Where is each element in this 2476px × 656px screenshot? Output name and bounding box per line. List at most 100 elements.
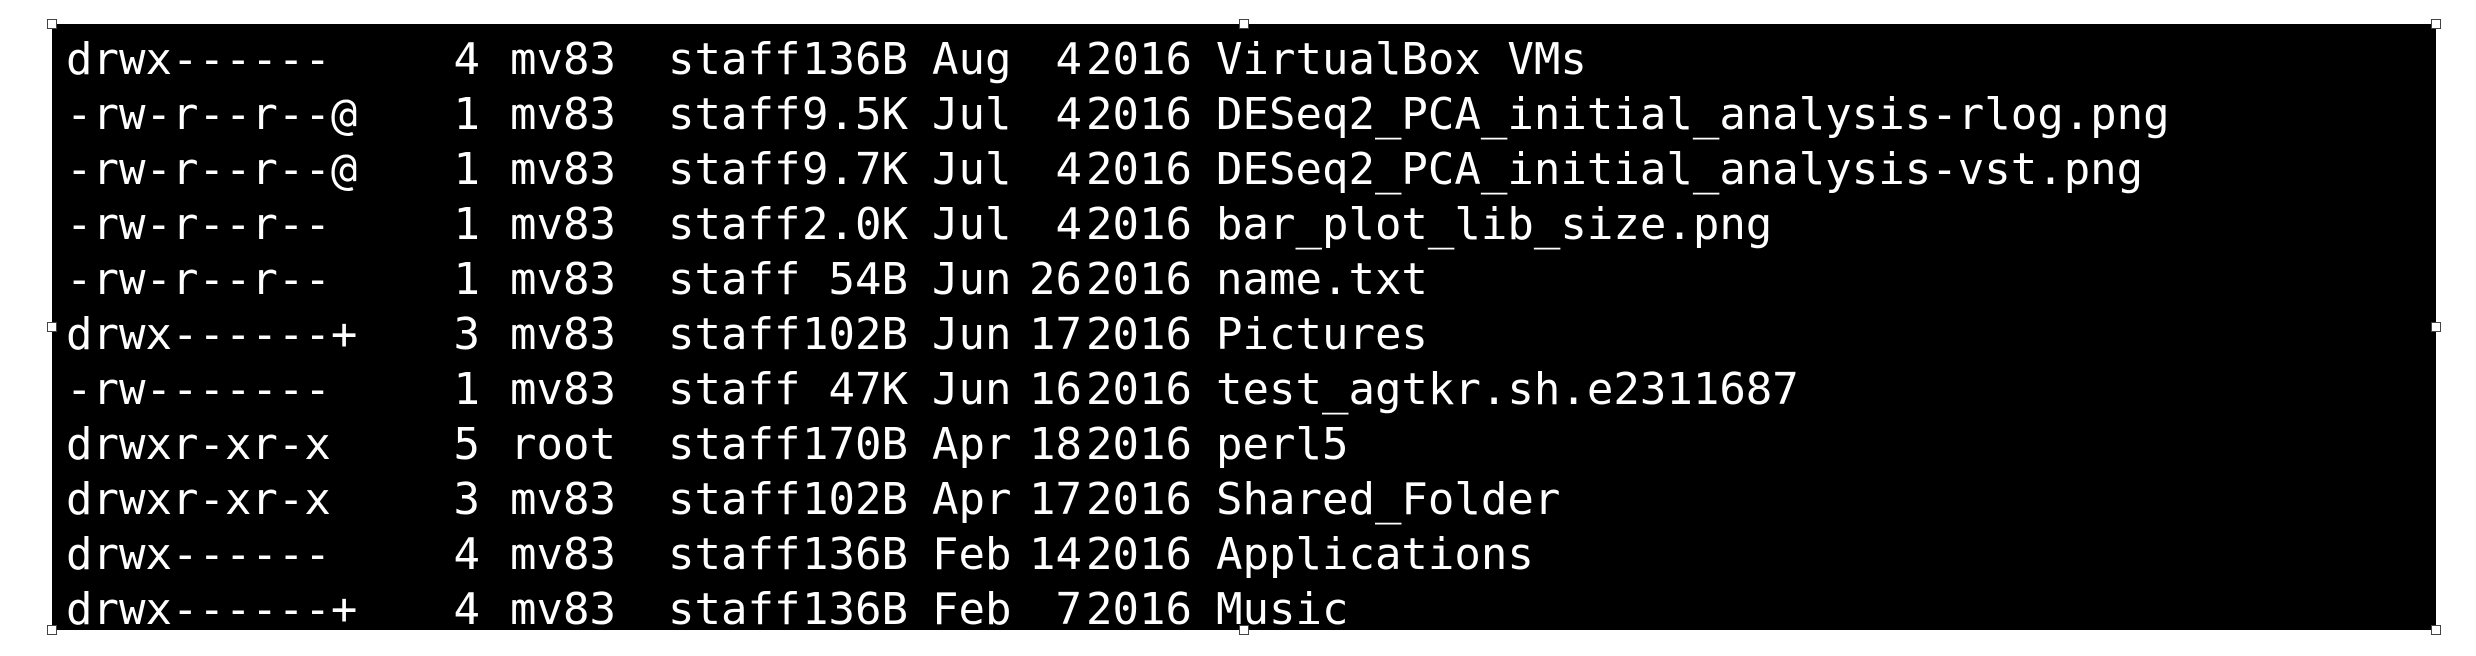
size-cell: 136B: [802, 584, 908, 630]
link-count-cell: 4: [453, 34, 481, 85]
day-cell: 18: [1029, 419, 1082, 470]
day-cell: 17: [1029, 474, 1082, 525]
link-count-cell: 1: [453, 199, 481, 250]
year-cell: 2016: [1086, 474, 1192, 525]
permissions-cell: -rw-r--r--@: [66, 89, 358, 140]
link-count-cell: 4: [453, 529, 481, 580]
owner-cell: mv83: [510, 199, 616, 250]
listing-row: -rw------- 1 mv83 staff 47K Jun 16 2016 …: [66, 362, 2436, 417]
link-count-cell: 4: [453, 584, 481, 630]
permissions-cell: -rw-------: [66, 364, 331, 415]
owner-cell: mv83: [510, 34, 616, 85]
resize-handle-middle-left[interactable]: [47, 322, 57, 332]
group-cell: staff: [668, 89, 801, 140]
year-cell: 2016: [1086, 529, 1192, 580]
group-cell: staff: [668, 144, 801, 195]
filename-cell: DESeq2_PCA_initial_analysis-vst.png: [1216, 144, 2144, 195]
group-cell: staff: [668, 419, 801, 470]
link-count-cell: 5: [453, 419, 481, 470]
month-cell: Feb: [932, 584, 1012, 630]
year-cell: 2016: [1086, 419, 1192, 470]
month-cell: Jun: [932, 364, 1012, 415]
filename-cell: Pictures: [1216, 309, 1428, 360]
terminal-window: drwx------ 4 mv83 staff 136B Aug 4 2016 …: [52, 24, 2436, 630]
listing-row: -rw-r--r--@ 1 mv83 staff 9.5K Jul 4 2016…: [66, 87, 2436, 142]
group-cell: staff: [668, 529, 801, 580]
day-cell: 4: [1055, 144, 1083, 195]
listing-row: drwx------+ 4 mv83 staff 136B Feb 7 2016…: [66, 582, 2436, 630]
link-count-cell: 3: [453, 474, 481, 525]
owner-cell: mv83: [510, 309, 616, 360]
size-cell: 47K: [828, 364, 908, 415]
group-cell: staff: [668, 364, 801, 415]
resize-handle-bottom-center[interactable]: [1239, 625, 1249, 635]
year-cell: 2016: [1086, 364, 1192, 415]
owner-cell: mv83: [510, 584, 616, 630]
resize-handle-bottom-right[interactable]: [2431, 625, 2441, 635]
owner-cell: mv83: [510, 474, 616, 525]
month-cell: Feb: [932, 529, 1012, 580]
month-cell: Jul: [932, 144, 1012, 195]
year-cell: 2016: [1086, 89, 1192, 140]
link-count-cell: 1: [453, 144, 481, 195]
filename-cell: Applications: [1216, 529, 1534, 580]
permissions-cell: drwx------+: [66, 584, 358, 630]
link-count-cell: 1: [453, 254, 481, 305]
resize-handle-top-right[interactable]: [2431, 19, 2441, 29]
size-cell: 9.5K: [802, 89, 908, 140]
link-count-cell: 1: [453, 364, 481, 415]
listing-row: -rw-r--r-- 1 mv83 staff 54B Jun 26 2016 …: [66, 252, 2436, 307]
listing-row: drwxr-xr-x 5 root staff 170B Apr 18 2016…: [66, 417, 2436, 472]
resize-handle-bottom-left[interactable]: [47, 625, 57, 635]
filename-cell: perl5: [1216, 419, 1349, 470]
permissions-cell: -rw-r--r--: [66, 254, 331, 305]
directory-listing: drwx------ 4 mv83 staff 136B Aug 4 2016 …: [66, 32, 2436, 630]
permissions-cell: drwxr-xr-x: [66, 419, 331, 470]
filename-cell: Music: [1216, 584, 1349, 630]
permissions-cell: -rw-r--r--: [66, 199, 331, 250]
filename-cell: DESeq2_PCA_initial_analysis-rlog.png: [1216, 89, 2170, 140]
year-cell: 2016: [1086, 144, 1192, 195]
permissions-cell: drwx------+: [66, 309, 358, 360]
year-cell: 2016: [1086, 34, 1192, 85]
permissions-cell: drwx------: [66, 34, 331, 85]
screenshot-canvas: drwx------ 4 mv83 staff 136B Aug 4 2016 …: [0, 0, 2476, 656]
owner-cell: mv83: [510, 89, 616, 140]
filename-cell: Shared_Folder: [1216, 474, 1561, 525]
group-cell: staff: [668, 474, 801, 525]
day-cell: 4: [1055, 34, 1083, 85]
filename-cell: bar_plot_lib_size.png: [1216, 199, 1773, 250]
resize-handle-top-center[interactable]: [1239, 19, 1249, 29]
size-cell: 102B: [802, 474, 908, 525]
month-cell: Jul: [932, 89, 1012, 140]
resize-handle-top-left[interactable]: [47, 19, 57, 29]
group-cell: staff: [668, 199, 801, 250]
listing-row: drwx------ 4 mv83 staff 136B Aug 4 2016 …: [66, 32, 2436, 87]
size-cell: 136B: [802, 529, 908, 580]
link-count-cell: 3: [453, 309, 481, 360]
day-cell: 7: [1055, 584, 1083, 630]
size-cell: 54B: [828, 254, 908, 305]
filename-cell: test_agtkr.sh.e2311687: [1216, 364, 1799, 415]
day-cell: 4: [1055, 199, 1083, 250]
resize-handle-middle-right[interactable]: [2431, 322, 2441, 332]
size-cell: 2.0K: [802, 199, 908, 250]
owner-cell: mv83: [510, 364, 616, 415]
link-count-cell: 1: [453, 89, 481, 140]
month-cell: Jul: [932, 199, 1012, 250]
year-cell: 2016: [1086, 309, 1192, 360]
month-cell: Jun: [932, 254, 1012, 305]
size-cell: 102B: [802, 309, 908, 360]
listing-row: drwxr-xr-x 3 mv83 staff 102B Apr 17 2016…: [66, 472, 2436, 527]
group-cell: staff: [668, 254, 801, 305]
group-cell: staff: [668, 34, 801, 85]
month-cell: Jun: [932, 309, 1012, 360]
day-cell: 16: [1029, 364, 1082, 415]
year-cell: 2016: [1086, 584, 1192, 630]
day-cell: 17: [1029, 309, 1082, 360]
year-cell: 2016: [1086, 254, 1192, 305]
permissions-cell: drwx------: [66, 529, 331, 580]
size-cell: 9.7K: [802, 144, 908, 195]
group-cell: staff: [668, 584, 801, 630]
day-cell: 26: [1029, 254, 1082, 305]
